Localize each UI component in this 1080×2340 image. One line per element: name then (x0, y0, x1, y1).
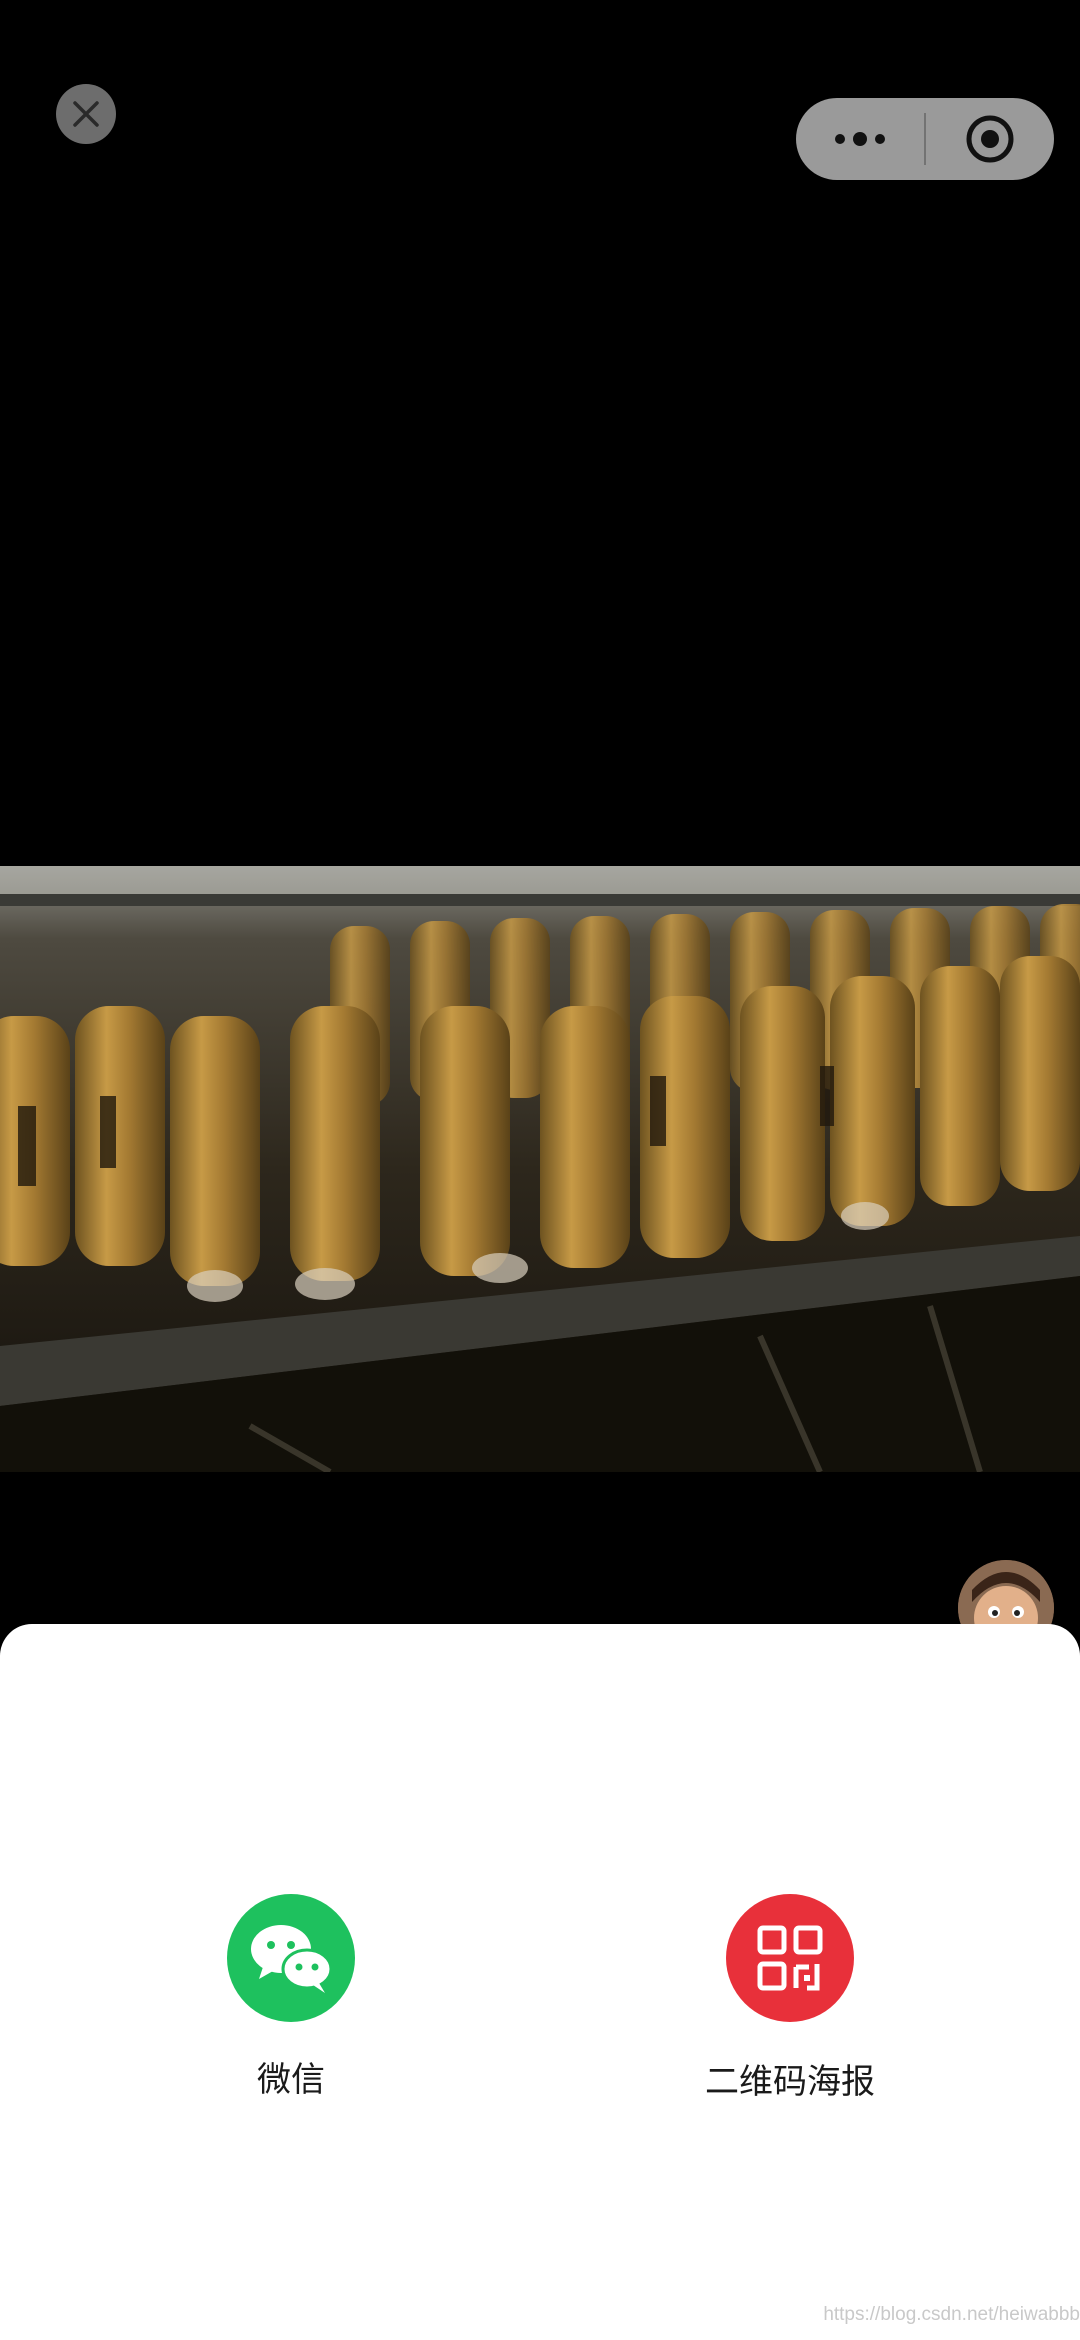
wechat-label: 微信 (257, 2060, 325, 2100)
poster-label: 二维码海报 (705, 2062, 875, 2102)
qrcode-icon-circle[interactable] (726, 1894, 854, 2022)
capsule-menu (796, 98, 1054, 180)
more-dots-icon (835, 132, 885, 146)
wechat-icon-circle[interactable] (227, 1894, 355, 2022)
more-button[interactable] (796, 98, 924, 180)
close-icon (73, 101, 99, 127)
video-player[interactable] (0, 866, 1080, 1472)
wechat-icon (251, 1925, 333, 1993)
close-button[interactable] (56, 84, 116, 144)
screen: 微信 二维码海报 https://blog.csdn.net/heiwabbb (0, 0, 1080, 2340)
qrcode-icon (757, 1925, 823, 1991)
exit-button[interactable] (926, 98, 1054, 180)
watermark: https://blog.csdn.net/heiwabbb (823, 2304, 1080, 2325)
video-frame-image (0, 866, 1080, 1472)
share-sheet: 微信 二维码海报 https://blog.csdn.net/heiwabbb (0, 1624, 1080, 2340)
target-icon (966, 115, 1014, 163)
share-wechat-option[interactable]: 微信 (191, 1894, 391, 2101)
share-poster-option[interactable]: 二维码海报 (670, 1894, 910, 2103)
